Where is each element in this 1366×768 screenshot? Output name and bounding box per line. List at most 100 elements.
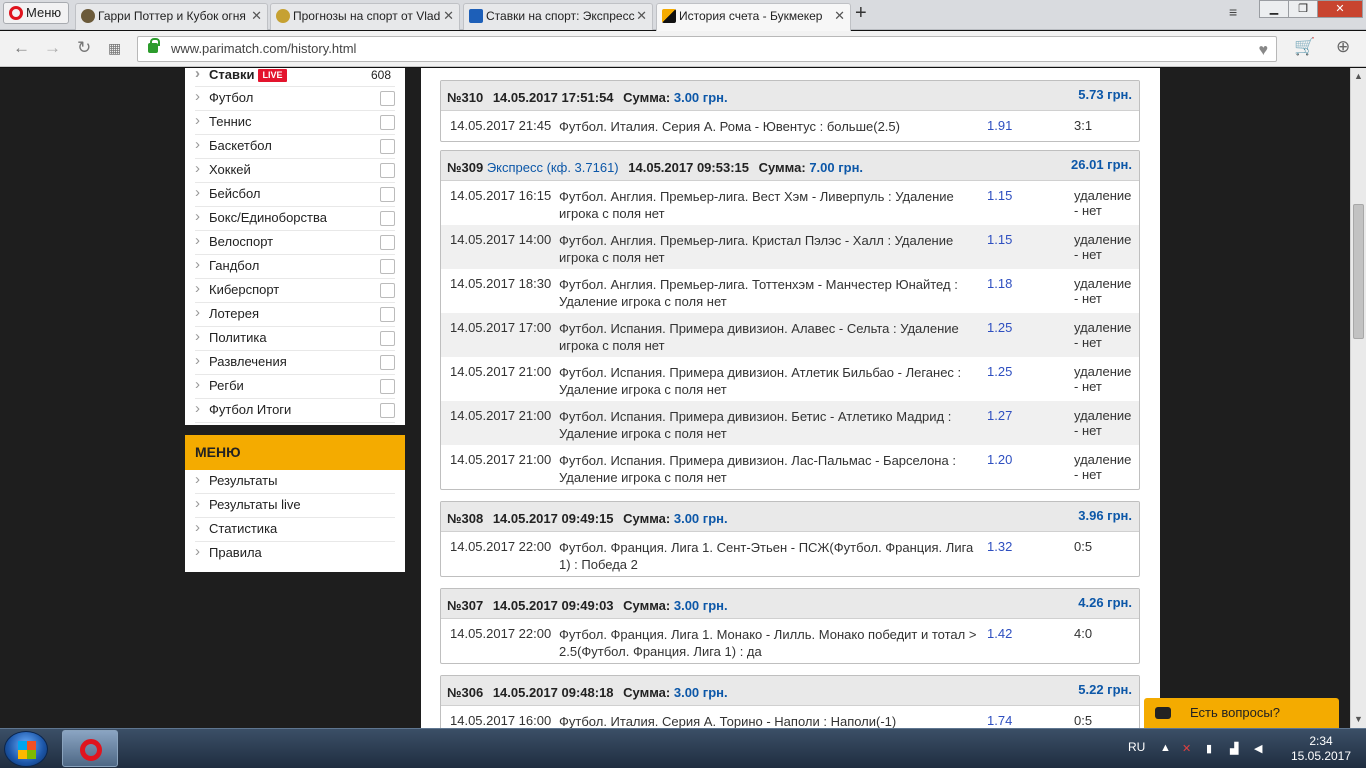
- tab-title: Ставки на спорт: Экспресс: [486, 9, 635, 23]
- back-icon[interactable]: ←: [13, 38, 30, 58]
- menu-item-results[interactable]: Результаты: [195, 469, 395, 494]
- sidebar-item-lottery[interactable]: Лотерея: [195, 302, 395, 327]
- event-date: 14.05.2017 22:00: [450, 539, 552, 554]
- event-date: 14.05.2017 18:30: [450, 276, 552, 291]
- heart-icon[interactable]: ♥: [1259, 39, 1269, 63]
- sport-checkbox[interactable]: [380, 139, 395, 154]
- close-window-button[interactable]: ✕: [1317, 0, 1363, 18]
- sport-label: Футбол: [209, 90, 254, 105]
- signal-icon[interactable]: ▟: [1230, 742, 1242, 755]
- speed-dial-icon[interactable]: ▦: [108, 40, 121, 57]
- system-clock[interactable]: 2:34 15.05.2017: [1283, 734, 1359, 764]
- close-tab-icon[interactable]: ✕: [443, 4, 454, 28]
- sport-checkbox[interactable]: [380, 307, 395, 322]
- bet-card: №309 Экспресс (кф. 3.7161) 14.05.2017 09…: [440, 150, 1140, 490]
- menu-item-label: Результаты: [209, 473, 278, 488]
- opera-menu-button[interactable]: Меню: [3, 2, 69, 24]
- menu-item-rules[interactable]: Правила: [195, 541, 395, 566]
- sport-checkbox[interactable]: [380, 355, 395, 370]
- sidebar-item-bets[interactable]: СтавкиLIVE 608: [195, 68, 395, 87]
- menu-item-results-live[interactable]: Результаты live: [195, 493, 395, 518]
- url-field[interactable]: www.parimatch.com/history.html ♥: [137, 36, 1277, 62]
- tab-harry-potter[interactable]: Гарри Поттер и Кубок огня ✕: [75, 3, 268, 30]
- sport-checkbox[interactable]: [380, 235, 395, 250]
- taskbar-opera-button[interactable]: [62, 730, 118, 767]
- sport-checkbox[interactable]: [380, 331, 395, 346]
- sidebar-item-boxing[interactable]: Бокс/Единоборства: [195, 206, 395, 231]
- maximize-button[interactable]: ❐: [1288, 0, 1318, 18]
- menu-item-statistics[interactable]: Статистика: [195, 517, 395, 542]
- sidebar-item-politics[interactable]: Политика: [195, 326, 395, 351]
- bet-win-amount: 5.73 грн.: [1078, 87, 1132, 102]
- sidebar-item-basketball[interactable]: Баскетбол: [195, 134, 395, 159]
- express-link[interactable]: Экспресс (кф. 3.7161): [487, 160, 619, 175]
- url-text: www.parimatch.com/history.html: [171, 41, 357, 56]
- menu-item-label: Правила: [209, 545, 262, 560]
- sidebar-item-handball[interactable]: Гандбол: [195, 254, 395, 279]
- volume-icon[interactable]: ◀: [1254, 742, 1266, 755]
- tab-stavki-ekspress[interactable]: Ставки на спорт: Экспресс ✕: [463, 3, 653, 30]
- event-result: удаление - нет: [1074, 320, 1132, 350]
- network-warning-icon[interactable]: ✕: [1182, 742, 1194, 755]
- sport-checkbox[interactable]: [380, 403, 395, 418]
- forward-icon[interactable]: →: [44, 38, 61, 58]
- bet-card: №306 14.05.2017 09:48:18 Сумма: 3.00 грн…: [440, 675, 1140, 728]
- sidebar-item-hockey[interactable]: Хоккей: [195, 158, 395, 183]
- bet-card: №307 14.05.2017 09:49:03 Сумма: 3.00 грн…: [440, 588, 1140, 664]
- sport-checkbox[interactable]: [380, 259, 395, 274]
- bet-placed-time: 14.05.2017 09:49:15: [492, 511, 614, 526]
- lock-icon: [148, 38, 160, 53]
- page-scrollbar[interactable]: ▲ ▼: [1350, 68, 1366, 728]
- sidebar-item-cycling[interactable]: Велоспорт: [195, 230, 395, 255]
- sport-checkbox[interactable]: [380, 379, 395, 394]
- tab-account-history[interactable]: История счета - Букмекер ✕: [656, 3, 851, 31]
- sidebar-item-baseball[interactable]: Бейсбол: [195, 182, 395, 207]
- bet-card: №310 14.05.2017 17:51:54 Сумма: 3.00 грн…: [440, 80, 1140, 142]
- opera-logo-icon: [9, 6, 23, 20]
- sport-checkbox[interactable]: [380, 163, 395, 178]
- sidebar-item-esports[interactable]: Киберспорт: [195, 278, 395, 303]
- scroll-up-icon[interactable]: ▲: [1354, 71, 1363, 81]
- sport-checkbox[interactable]: [380, 187, 395, 202]
- close-tab-icon[interactable]: ✕: [251, 4, 262, 28]
- sidebar-item-entertainment[interactable]: Развлечения: [195, 350, 395, 375]
- download-icon[interactable]: ⊕: [1336, 37, 1350, 57]
- sport-checkbox[interactable]: [380, 91, 395, 106]
- scroll-down-icon[interactable]: ▼: [1354, 714, 1363, 724]
- event-result: 4:0: [1074, 626, 1093, 641]
- minimize-button[interactable]: ▁: [1259, 0, 1289, 18]
- reload-icon[interactable]: ↻: [77, 38, 91, 58]
- bet-event-row: 14.05.2017 21:45 Футбол. Италия. Серия А…: [441, 111, 1139, 141]
- tab-favicon-icon: [469, 9, 483, 23]
- sport-checkbox[interactable]: [380, 211, 395, 226]
- power-icon[interactable]: ▮: [1206, 742, 1218, 755]
- tray-expand-icon[interactable]: ▲: [1160, 742, 1172, 754]
- bet-sum: 7.00 грн.: [809, 160, 864, 175]
- new-tab-button[interactable]: +: [855, 2, 867, 25]
- scroll-thumb[interactable]: [1353, 204, 1364, 339]
- sidebar-item-football[interactable]: Футбол: [195, 86, 395, 111]
- tab-prognozy[interactable]: Прогнозы на спорт от Vlad ✕: [270, 3, 460, 30]
- sport-checkbox[interactable]: [380, 283, 395, 298]
- close-tab-icon[interactable]: ✕: [834, 4, 845, 28]
- tab-menu-icon[interactable]: ≡: [1229, 4, 1237, 20]
- start-button[interactable]: [4, 731, 48, 767]
- close-tab-icon[interactable]: ✕: [636, 4, 647, 28]
- sidebar-item-tennis[interactable]: Теннис: [195, 110, 395, 135]
- bet-win-amount: 5.22 грн.: [1078, 682, 1132, 697]
- opera-menu-label: Меню: [26, 5, 62, 20]
- bets-count: 608: [370, 68, 391, 82]
- bet-event-row: 14.05.2017 21:00 Футбол. Испания. Пример…: [441, 357, 1139, 401]
- cart-icon[interactable]: 🛒: [1294, 37, 1315, 57]
- sidebar-item-football-totals[interactable]: Футбол Итоги: [195, 398, 395, 423]
- bet-sum: 3.00 грн.: [673, 598, 728, 613]
- event-result: удаление - нет: [1074, 452, 1132, 482]
- bet-sum-label: Сумма:: [758, 160, 806, 175]
- language-indicator[interactable]: RU: [1128, 740, 1145, 754]
- opera-logo-icon: [80, 739, 102, 761]
- event-result: удаление - нет: [1074, 364, 1132, 394]
- sport-label: Бейсбол: [209, 186, 261, 201]
- chat-widget-button[interactable]: Есть вопросы?: [1144, 698, 1339, 728]
- sport-checkbox[interactable]: [380, 115, 395, 130]
- sidebar-item-rugby[interactable]: Регби: [195, 374, 395, 399]
